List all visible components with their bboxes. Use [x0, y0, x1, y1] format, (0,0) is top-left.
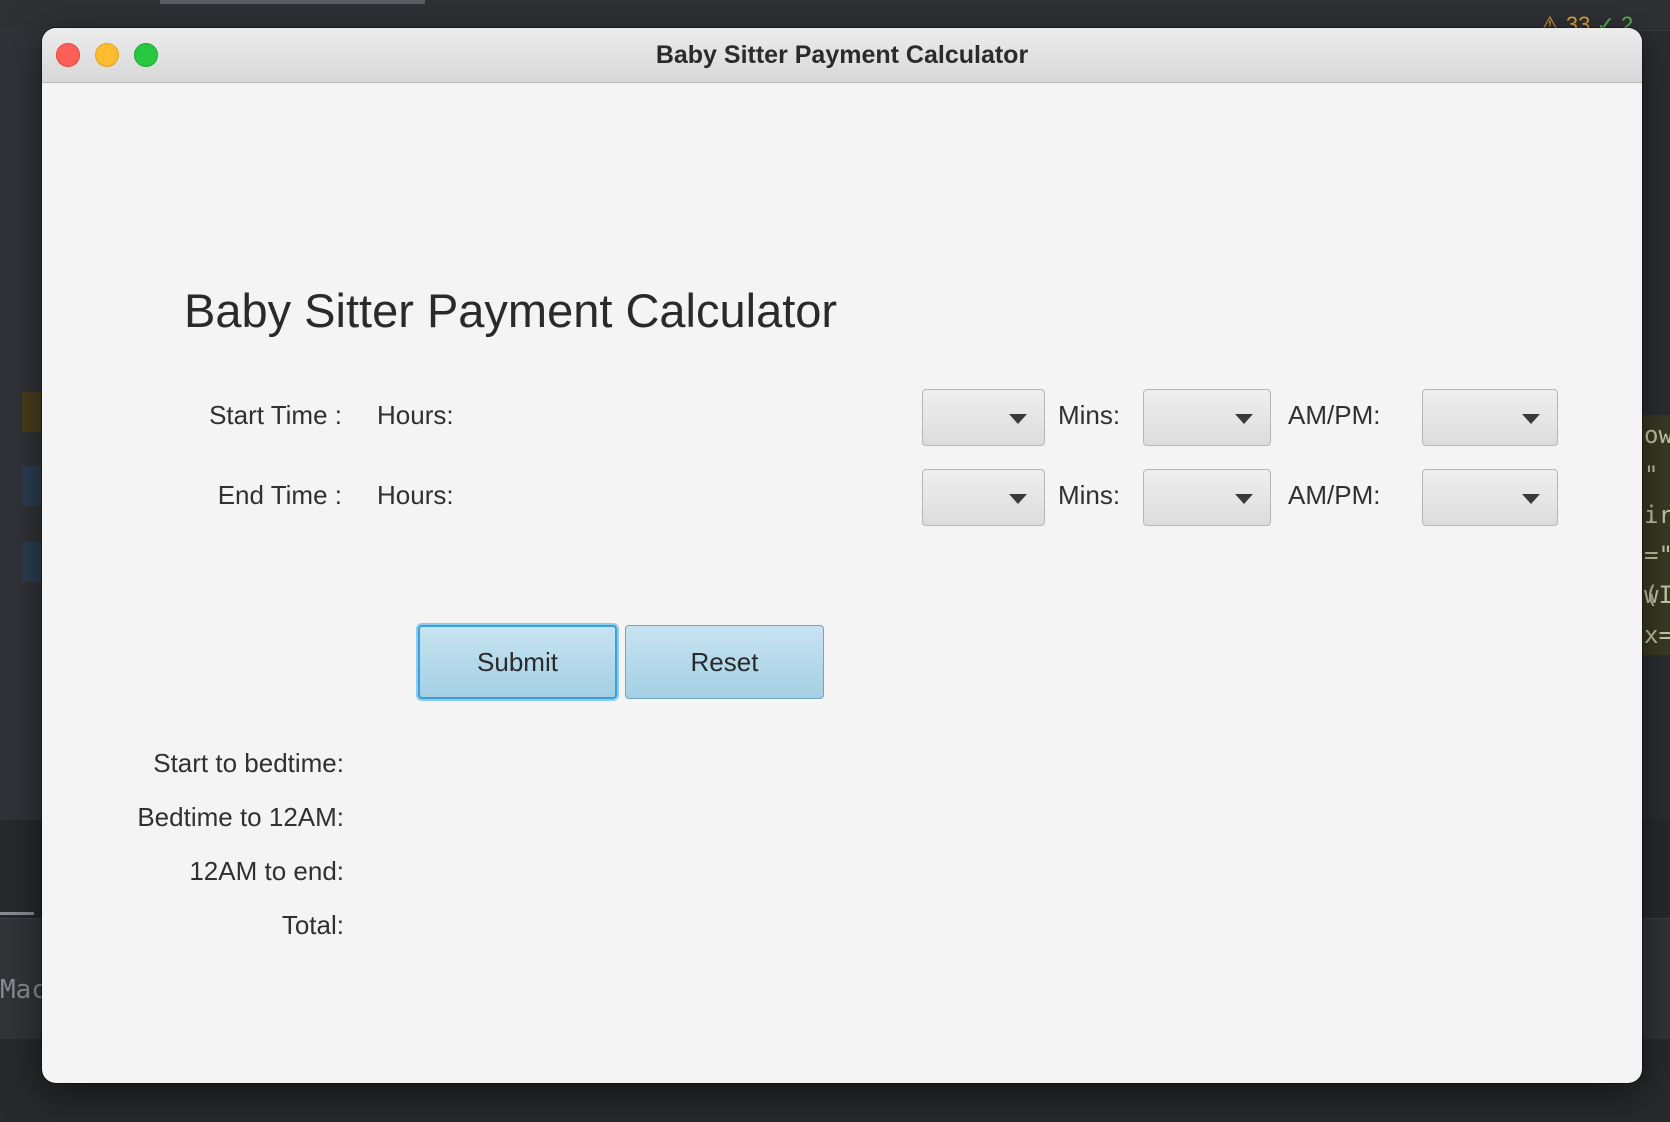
start-hours-dropdown[interactable] — [922, 389, 1045, 446]
end-mins-label: Mins: — [1058, 480, 1121, 510]
end-mins-dropdown[interactable] — [1143, 469, 1271, 526]
end-ampm-label: AM/PM: — [1288, 480, 1381, 510]
window-title: Baby Sitter Payment Calculator — [655, 41, 1029, 69]
start-hours-label: Hours: — [377, 400, 454, 430]
chevron-down-icon — [1235, 494, 1253, 504]
ide-gutter-change-marker — [22, 542, 42, 582]
ide-active-tab-indicator — [0, 912, 34, 915]
chevron-down-icon — [1009, 494, 1027, 504]
12am-to-end-label: 12AM to end: — [189, 856, 344, 886]
start-time-label: Start Time : — [209, 400, 342, 430]
ide-gutter-change-marker — [22, 466, 42, 506]
calculator-form: Baby Sitter Payment Calculator Start Tim… — [42, 83, 1642, 1083]
reset-button[interactable]: Reset — [625, 625, 824, 699]
chevron-down-icon — [1522, 494, 1540, 504]
page-heading: Baby Sitter Payment Calculator — [184, 284, 838, 337]
end-hours-label: Hours: — [377, 480, 454, 510]
end-ampm-dropdown[interactable] — [1422, 469, 1558, 526]
chevron-down-icon — [1235, 414, 1253, 424]
window-titlebar[interactable]: Baby Sitter Payment Calculator — [42, 28, 1642, 83]
end-time-label: End Time : — [217, 480, 342, 510]
chevron-down-icon — [1009, 414, 1027, 424]
start-mins-dropdown[interactable] — [1143, 389, 1271, 446]
ide-gutter-change-marker — [22, 392, 42, 432]
ide-scroll-thumb[interactable] — [160, 0, 425, 4]
start-ampm-label: AM/PM: — [1288, 400, 1381, 430]
ide-terminal-text: Mac — [0, 975, 47, 1005]
end-hours-dropdown[interactable] — [922, 469, 1045, 526]
total-label: Total: — [281, 910, 344, 940]
chevron-down-icon — [1522, 414, 1540, 424]
submit-button[interactable]: Submit — [418, 625, 617, 699]
bedtime-to-12am-label: Bedtime to 12AM: — [137, 802, 344, 832]
app-window: Baby Sitter Payment Calculator Baby Sitt… — [42, 28, 1642, 1083]
start-ampm-dropdown[interactable] — [1422, 389, 1558, 446]
start-mins-label: Mins: — [1058, 400, 1121, 430]
ide-editor-tabbar: ⚠ 33 ✓ 2 — [0, 0, 1670, 37]
start-to-bedtime-label: Start to bedtime: — [153, 748, 344, 778]
ide-gutter — [0, 30, 43, 820]
